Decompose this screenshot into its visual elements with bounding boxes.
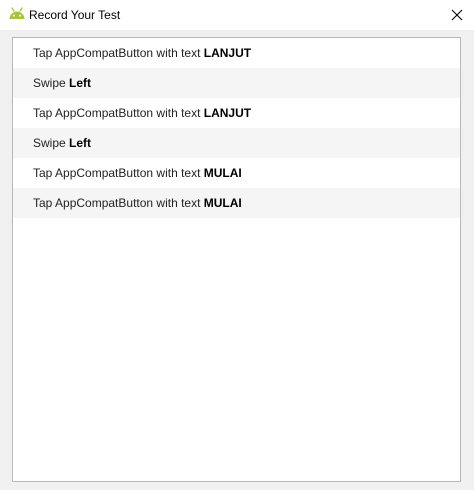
event-list-item[interactable]: Tap AppCompatButton with text LANJUT (13, 98, 460, 128)
event-target-text: Left (69, 136, 92, 150)
record-test-dialog: Record Your Test Tap AppCompatButton wit… (0, 0, 474, 490)
event-target-text: Left (69, 76, 92, 90)
event-action-text: Tap AppCompatButton with text (33, 106, 204, 120)
event-action-text: Swipe (33, 76, 70, 90)
event-list-item[interactable]: Tap AppCompatButton with text MULAI (13, 188, 460, 218)
recorded-events-list[interactable]: Tap AppCompatButton with text LANJUT Swi… (12, 37, 461, 482)
event-list-item[interactable]: Swipe Left (13, 128, 460, 158)
window-title: Record Your Test (29, 8, 121, 22)
event-target-text: LANJUT (203, 46, 252, 60)
event-target-text: MULAI (203, 166, 242, 180)
event-list-item[interactable]: Swipe Left (13, 68, 460, 98)
event-target-text: MULAI (203, 196, 242, 210)
title-bar[interactable]: Record Your Test (0, 0, 474, 30)
event-list-item[interactable]: Tap AppCompatButton with text LANJUT (13, 38, 460, 68)
event-action-text: Swipe (33, 136, 70, 150)
android-icon (8, 7, 26, 21)
event-action-text: Tap AppCompatButton with text (33, 46, 204, 60)
event-list-item[interactable]: Tap AppCompatButton with text MULAI (13, 158, 460, 188)
close-button[interactable] (440, 0, 474, 30)
event-target-text: LANJUT (203, 106, 252, 120)
event-action-text: Tap AppCompatButton with text (33, 166, 204, 180)
close-icon (451, 9, 463, 21)
event-action-text: Tap AppCompatButton with text (33, 196, 204, 210)
